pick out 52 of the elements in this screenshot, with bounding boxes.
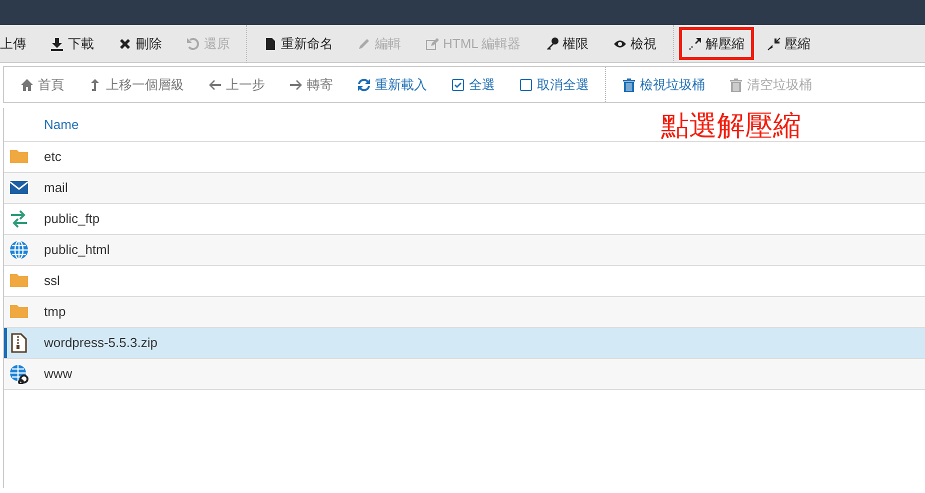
nav-button[interactable]: 轉寄	[277, 67, 345, 102]
refresh-icon	[357, 78, 371, 92]
annotation-text: 點選解壓縮	[661, 109, 801, 143]
undo-icon	[186, 36, 200, 50]
edit-icon	[425, 36, 439, 50]
nav-button[interactable]: 上移一個層級	[76, 67, 196, 102]
compress-icon	[766, 36, 781, 50]
globe-icon	[9, 240, 29, 260]
file-name: wordpress-5.5.3.zip	[44, 334, 158, 352]
file-name: etc	[44, 148, 62, 166]
close-icon	[118, 36, 132, 50]
file-name: tmp	[44, 303, 66, 322]
nav-button[interactable]: 上一步	[196, 67, 277, 102]
file-name: ssl	[44, 272, 60, 290]
toolbar-button[interactable]: 解壓縮	[678, 26, 755, 61]
file-row[interactable]: tmp	[4, 297, 925, 328]
file-name: public_ftp	[44, 210, 100, 228]
right-arrow-icon	[289, 78, 303, 92]
toolbar-button[interactable]: 壓縮	[754, 24, 823, 62]
toolbar-button[interactable]: 權限	[532, 24, 601, 62]
pencil-icon	[357, 36, 371, 50]
trash-icon	[622, 78, 636, 92]
column-header[interactable]: Name	[44, 114, 79, 134]
left-arrow-icon	[208, 78, 222, 92]
transfer-icon	[9, 209, 29, 229]
toolbar-button[interactable]: 檢視	[600, 24, 669, 62]
nav-button[interactable]: 取消全選	[507, 67, 601, 102]
file-row[interactable]: mail	[4, 173, 925, 204]
toolbar-button[interactable]: 刪除	[106, 24, 174, 62]
trash-icon	[729, 78, 743, 92]
nav-button[interactable]: 重新載入	[345, 67, 439, 102]
nav-button[interactable]: 全選	[439, 67, 507, 102]
expand-icon	[688, 36, 702, 50]
file-name: mail	[44, 179, 68, 198]
zip-file-icon	[9, 333, 29, 353]
toolbar-button[interactable]: 重新命名	[251, 24, 345, 62]
file-icon	[263, 36, 277, 50]
file-row[interactable]: www	[4, 359, 925, 390]
file-name: www	[44, 365, 72, 384]
toolbar-button[interactable]: 上傳	[0, 24, 38, 62]
download-icon	[50, 36, 64, 50]
checkbox-icon	[519, 78, 533, 92]
checkbox-icon	[451, 78, 465, 92]
key-icon	[544, 36, 559, 50]
toolbar-button[interactable]: 下載	[38, 24, 106, 62]
file-row[interactable]: public_html	[4, 235, 925, 266]
nav-button[interactable]: 檢視垃圾桶	[610, 67, 717, 102]
home-icon	[20, 78, 34, 92]
file-row[interactable]: wordpress-5.5.3.zip	[4, 328, 925, 359]
nav-button[interactable]: 首頁	[8, 67, 76, 102]
globe-link-icon	[9, 364, 29, 384]
file-name: public_html	[44, 241, 110, 260]
